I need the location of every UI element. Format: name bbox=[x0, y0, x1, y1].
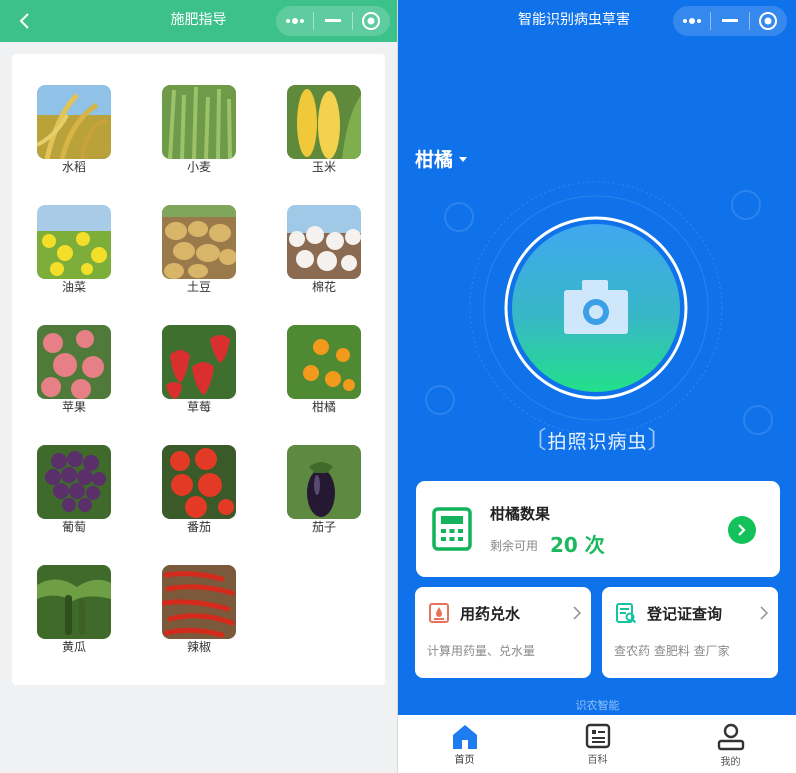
crop-item-rapeseed[interactable]: 油菜 bbox=[36, 205, 112, 294]
bottom-tab-bar: 首页 百科 我的 bbox=[398, 715, 796, 773]
crop-item-cucumber[interactable]: 黄瓜 bbox=[36, 565, 112, 654]
crop-name: 辣椒 bbox=[186, 640, 211, 654]
camera-scan-button[interactable] bbox=[458, 170, 734, 446]
remaining-count: 20 次 bbox=[550, 533, 605, 557]
crop-name: 苹果 bbox=[61, 400, 86, 414]
crop-item-chili[interactable]: 辣椒 bbox=[161, 565, 237, 654]
selected-crop-label: 柑橘 bbox=[415, 149, 454, 171]
mini-program-capsule bbox=[276, 6, 390, 36]
left-nav-bar: 施肥指导 bbox=[0, 0, 397, 42]
home-icon bbox=[452, 725, 477, 749]
wheat-image bbox=[162, 85, 236, 159]
crop-name: 水稻 bbox=[61, 160, 86, 174]
tab-label: 百科 bbox=[587, 755, 608, 766]
crop-name: 葡萄 bbox=[61, 520, 86, 534]
registration-subtitle: 查农药 查肥料 查厂家 bbox=[614, 644, 730, 658]
chili-image bbox=[162, 565, 236, 639]
crop-item-wheat[interactable]: 小麦 bbox=[161, 85, 237, 174]
cucumber-image bbox=[37, 565, 111, 639]
tab-home[interactable]: 首页 bbox=[398, 715, 531, 773]
calculator-icon bbox=[432, 507, 472, 555]
fertilization-guide-panel: 施肥指导 水稻 小麦 玉米 油菜 土豆 棉花 苹果 草莓 柑橘 葡萄 番茄 茄子… bbox=[0, 0, 397, 773]
corn-image bbox=[287, 85, 361, 159]
chevron-right-icon bbox=[760, 605, 769, 624]
crop-name: 棉花 bbox=[311, 280, 336, 294]
rapeseed-image bbox=[37, 205, 111, 279]
crop-name: 草莓 bbox=[186, 400, 211, 414]
registration-query-card[interactable]: 登记证查询 查农药 查肥料 查厂家 bbox=[602, 587, 778, 678]
crop-name: 玉米 bbox=[311, 160, 336, 174]
brand-footer: 识农智能 bbox=[575, 699, 620, 712]
crop-item-cotton[interactable]: 棉花 bbox=[286, 205, 362, 294]
dosage-dilution-card[interactable]: 用药兑水 计算用药量、兑水量 bbox=[415, 587, 591, 678]
registration-title: 登记证查询 bbox=[647, 605, 723, 623]
scan-caption: 〔拍照识病虫〕 bbox=[522, 426, 673, 454]
tomato-image bbox=[162, 445, 236, 519]
eggplant-image bbox=[287, 445, 361, 519]
crop-item-rice[interactable]: 水稻 bbox=[36, 85, 112, 174]
dosage-subtitle: 计算用药量、兑水量 bbox=[427, 644, 536, 658]
crop-name: 黄瓜 bbox=[61, 640, 86, 654]
apple-image bbox=[37, 325, 111, 399]
right-page-title: 智能识别病虫草害 bbox=[518, 12, 630, 28]
crop-item-grape[interactable]: 葡萄 bbox=[36, 445, 112, 534]
chevron-right-icon bbox=[573, 605, 582, 624]
crop-grid: 水稻 小麦 玉米 油菜 土豆 棉花 苹果 草莓 柑橘 葡萄 番茄 茄子 黄瓜 辣… bbox=[12, 54, 385, 685]
tab-label: 首页 bbox=[454, 755, 475, 766]
close-target-icon[interactable] bbox=[353, 6, 390, 36]
fruit-count-card[interactable]: 柑橘数果 剩余可用 20 次 bbox=[416, 481, 780, 577]
crop-name: 土豆 bbox=[186, 280, 211, 294]
left-bracket: 〔 bbox=[522, 426, 548, 454]
crop-item-strawberry[interactable]: 草莓 bbox=[161, 325, 237, 414]
crop-selector-dropdown[interactable]: 柑橘 bbox=[415, 145, 468, 172]
crop-name: 柑橘 bbox=[311, 400, 336, 414]
cotton-image bbox=[287, 205, 361, 279]
tab-label: 我的 bbox=[720, 757, 741, 768]
potato-image bbox=[162, 205, 236, 279]
tab-encyclopedia[interactable]: 百科 bbox=[531, 715, 664, 773]
mini-program-capsule bbox=[673, 6, 787, 36]
crop-name: 茄子 bbox=[311, 520, 336, 534]
citrus-image bbox=[287, 325, 361, 399]
dropdown-caret-icon bbox=[459, 157, 468, 162]
more-menu-icon[interactable] bbox=[673, 6, 710, 36]
crop-item-potato[interactable]: 土豆 bbox=[161, 205, 237, 294]
right-bracket: 〕 bbox=[647, 426, 673, 454]
crop-name: 油菜 bbox=[61, 280, 86, 294]
crop-item-tomato[interactable]: 番茄 bbox=[161, 445, 237, 534]
crop-item-citrus[interactable]: 柑橘 bbox=[286, 325, 362, 414]
go-arrow-icon[interactable] bbox=[728, 516, 756, 544]
remaining-label: 剩余可用 bbox=[490, 539, 539, 553]
crop-name: 小麦 bbox=[186, 160, 211, 174]
tab-profile[interactable]: 我的 bbox=[664, 715, 796, 773]
more-menu-icon[interactable] bbox=[276, 6, 313, 36]
crop-name: 番茄 bbox=[186, 520, 211, 534]
profile-icon bbox=[717, 723, 744, 751]
grape-image bbox=[37, 445, 111, 519]
encyclopedia-icon bbox=[585, 723, 610, 749]
dosage-icon bbox=[428, 602, 450, 628]
close-target-icon[interactable] bbox=[750, 6, 787, 36]
crop-item-corn[interactable]: 玉米 bbox=[286, 85, 362, 174]
rice-image bbox=[37, 85, 111, 159]
strawberry-image bbox=[162, 325, 236, 399]
dosage-title: 用药兑水 bbox=[460, 605, 521, 623]
minimize-icon[interactable] bbox=[711, 6, 748, 36]
count-card-title: 柑橘数果 bbox=[490, 505, 551, 523]
pest-recognition-panel: 智能识别病虫草害 柑橘 〔拍照识病虫〕 柑橘数果 剩余可用 20 次 用药兑水 … bbox=[397, 0, 796, 773]
crop-item-apple[interactable]: 苹果 bbox=[36, 325, 112, 414]
minimize-icon[interactable] bbox=[314, 6, 351, 36]
certificate-search-icon bbox=[615, 602, 637, 628]
crop-item-eggplant[interactable]: 茄子 bbox=[286, 445, 362, 534]
